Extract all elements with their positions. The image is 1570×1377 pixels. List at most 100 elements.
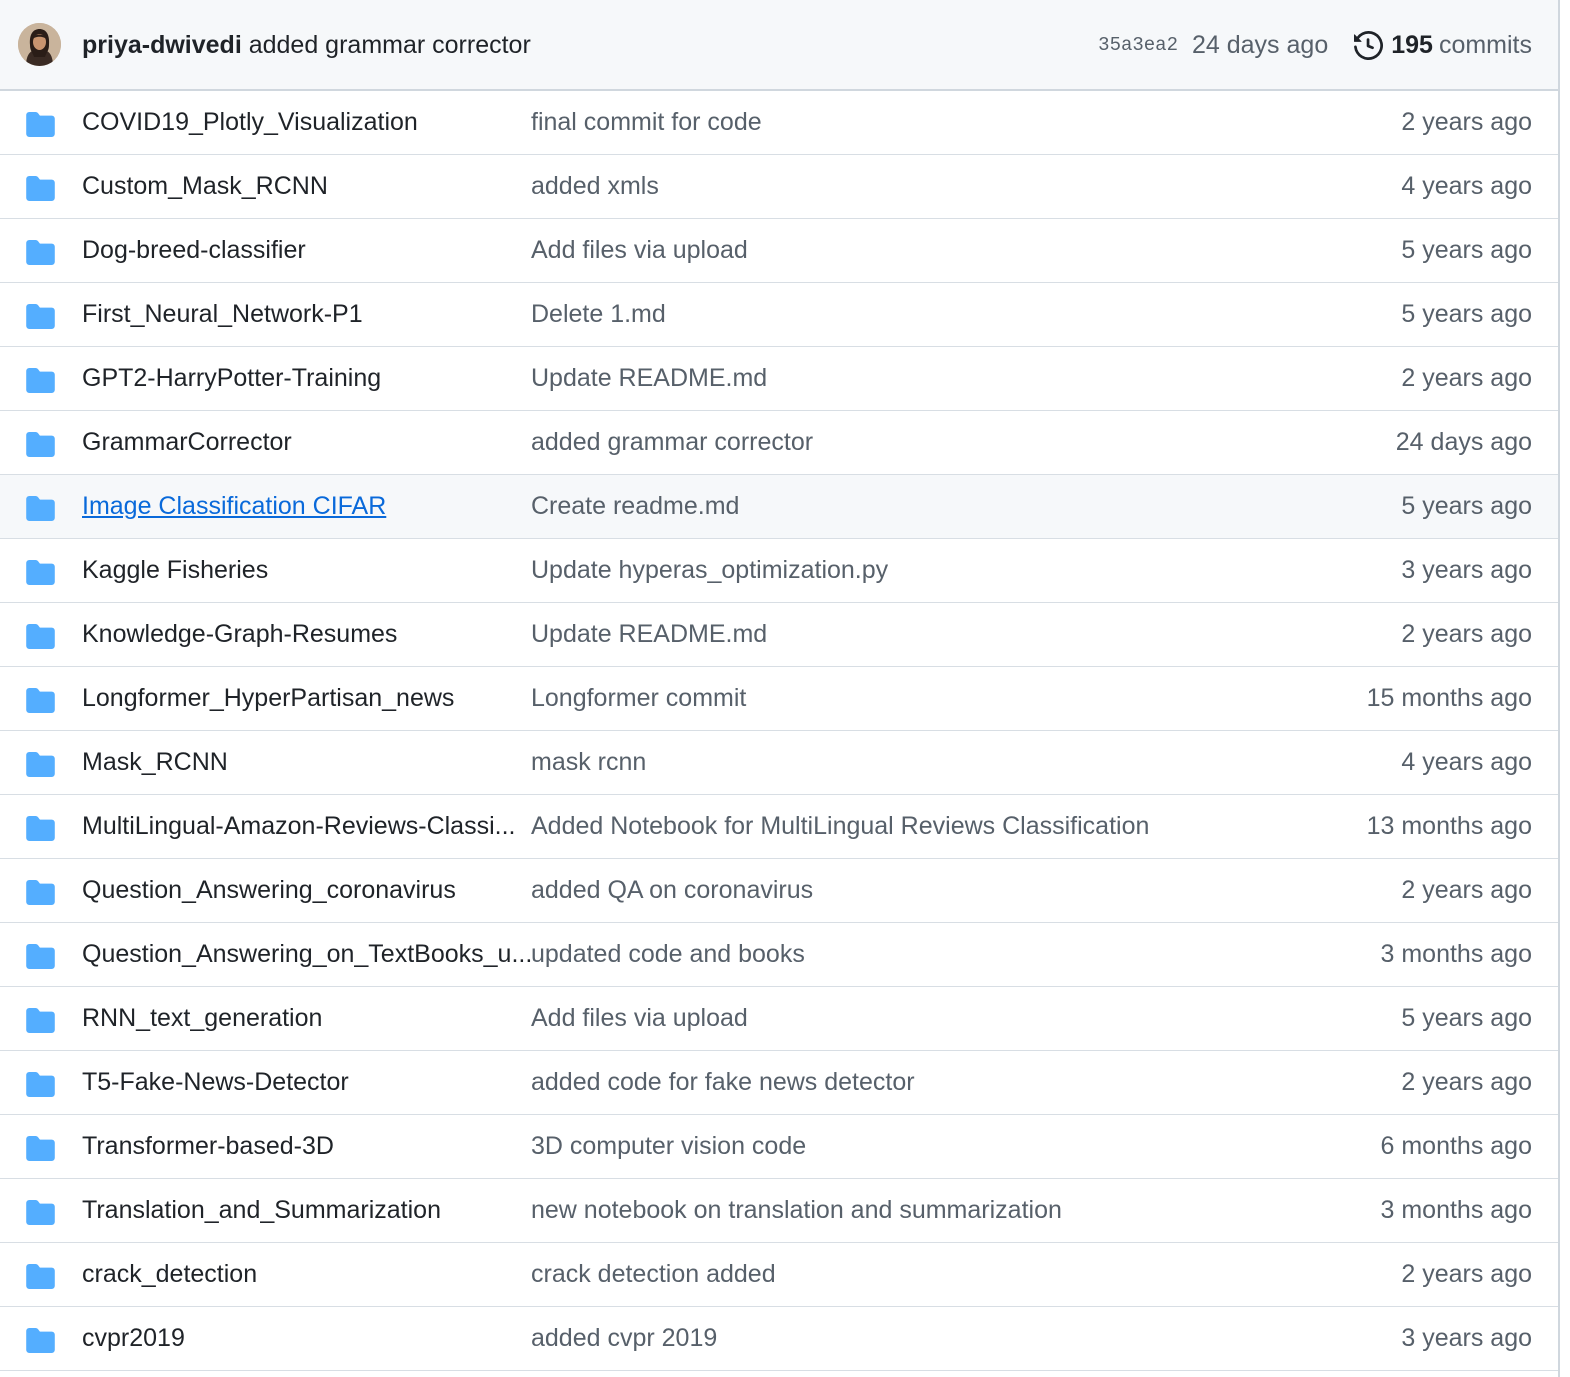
file-name-link[interactable]: Longformer_HyperPartisan_news [82,681,454,715]
file-name-link[interactable]: Image Classification CIFAR [82,489,386,523]
table-row[interactable]: Kaggle Fisheries Update hyperas_optimizat… [0,539,1558,603]
file-commit-age: 3 months ago [1380,1196,1533,1224]
file-name-link[interactable]: T5-Fake-News-Detector [82,1065,349,1099]
table-row[interactable]: Question_Answering_coronavirus added QA o… [0,859,1558,923]
commit-author-link[interactable]: priya-dwivedi [82,31,242,59]
file-name-link[interactable]: Mask_RCNN [82,745,228,779]
commit-message-link[interactable]: added grammar corrector [249,31,531,59]
table-row[interactable]: Question_Answering_on_TextBooks_u... upda… [0,923,1558,987]
file-commit-message-link[interactable]: 3D computer vision code [531,1129,806,1163]
folder-icon [26,432,55,457]
table-row[interactable]: Mask_RCNN mask rcnn 4 years ago [0,731,1558,795]
avatar[interactable] [18,23,61,66]
file-name-link[interactable]: Custom_Mask_RCNN [82,169,328,203]
file-commit-message-link[interactable]: Add files via upload [531,233,748,267]
table-row[interactable]: Knowledge-Graph-Resumes Update README.md 2… [0,603,1558,667]
file-commit-age: 2 years ago [1401,876,1532,904]
file-name-link[interactable]: crack_detection [82,1257,257,1291]
folder-icon [26,112,55,137]
file-commit-message-link[interactable]: crack detection added [531,1257,776,1291]
folder-icon [26,560,55,585]
file-commit-message-link[interactable]: added xmls [531,169,659,203]
folder-icon [26,1072,55,1097]
table-row[interactable]: Custom_Mask_RCNN added xmls 4 years ago [0,155,1558,219]
table-row[interactable]: First_Neural_Network-P1 Delete 1.md 5 year… [0,283,1558,347]
file-name-link[interactable]: MultiLingual-Amazon-Reviews-Classi... [82,809,515,843]
table-row[interactable]: Dog-breed-classifier Add files via upload… [0,219,1558,283]
file-commit-message-link[interactable]: Added Notebook for MultiLingual Reviews … [531,809,1149,843]
table-row[interactable]: Longformer_HyperPartisan_news Longformer … [0,667,1558,731]
folder-icon [26,944,55,969]
file-name-link[interactable]: Knowledge-Graph-Resumes [82,617,397,651]
file-name-link[interactable]: cvpr2019 [82,1321,185,1355]
latest-commit-message: priya-dwivedi added grammar corrector [82,28,531,62]
file-commit-age: 6 months ago [1380,1132,1533,1160]
file-commit-message-link[interactable]: Longformer commit [531,681,746,715]
file-commit-age: 4 years ago [1401,172,1532,200]
file-commit-message-link[interactable]: final commit for code [531,105,762,139]
file-name-link[interactable]: Dog-breed-classifier [82,233,306,267]
commit-count-label: commits [1438,31,1532,59]
file-name-link[interactable]: GrammarCorrector [82,425,292,459]
folder-icon [26,1328,55,1353]
file-commit-age: 5 years ago [1401,236,1532,264]
file-commit-age: 2 years ago [1401,108,1532,136]
file-name-link[interactable]: Translation_and_Summarization [82,1193,441,1227]
file-name-link[interactable]: Question_Answering_on_TextBooks_u... [82,937,532,971]
file-commit-message-link[interactable]: added cvpr 2019 [531,1321,717,1355]
file-commit-age: 2 years ago [1401,1068,1532,1096]
folder-icon [26,1200,55,1225]
table-row[interactable]: Image Classification CIFAR Create readme.… [0,475,1558,539]
file-commit-message-link[interactable]: Update hyperas_optimization.py [531,553,888,587]
file-commit-message-link[interactable]: Add files via upload [531,1001,748,1035]
table-row[interactable]: T5-Fake-News-Detector added code for fake… [0,1051,1558,1115]
file-commit-message-link[interactable]: Update README.md [531,617,767,651]
file-list: COVID19_Plotly_Visualization final commit… [0,91,1558,1371]
file-commit-message-link[interactable]: Delete 1.md [531,297,666,331]
file-commit-message-link[interactable]: Create readme.md [531,489,739,523]
file-commit-age: 2 years ago [1401,620,1532,648]
file-name-link[interactable]: RNN_text_generation [82,1001,322,1035]
table-row[interactable]: RNN_text_generation Add files via upload 5… [0,987,1558,1051]
table-row[interactable]: COVID19_Plotly_Visualization final commit… [0,91,1558,155]
folder-icon [26,368,55,393]
folder-icon [26,1264,55,1289]
table-row[interactable]: cvpr2019 added cvpr 2019 3 years ago [0,1307,1558,1371]
file-commit-age: 3 years ago [1401,1324,1532,1352]
folder-icon [26,304,55,329]
file-name-link[interactable]: GPT2-HarryPotter-Training [82,361,381,395]
latest-commit-bar: priya-dwivedi added grammar corrector 35… [0,0,1558,91]
file-commit-message-link[interactable]: mask rcnn [531,745,646,779]
file-commit-message-link[interactable]: new notebook on translation and summariz… [531,1193,1062,1227]
file-commit-age: 4 years ago [1401,748,1532,776]
file-name-link[interactable]: Kaggle Fisheries [82,553,268,587]
file-commit-age: 5 years ago [1401,492,1532,520]
folder-icon [26,1136,55,1161]
file-commit-age: 24 days ago [1395,428,1532,456]
file-commit-message-link[interactable]: Update README.md [531,361,767,395]
commit-history-link[interactable]: 195 commits [1354,28,1532,62]
history-icon [1354,30,1384,60]
file-name-link[interactable]: First_Neural_Network-P1 [82,297,363,331]
table-row[interactable]: GrammarCorrector added grammar corrector 2… [0,411,1558,475]
table-row[interactable]: GPT2-HarryPotter-Training Update README.m… [0,347,1558,411]
table-row[interactable]: Translation_and_Summarization new noteboo… [0,1179,1558,1243]
table-row[interactable]: MultiLingual-Amazon-Reviews-Classi... Add… [0,795,1558,859]
folder-icon [26,880,55,905]
file-commit-message-link[interactable]: added QA on coronavirus [531,873,813,907]
file-commit-age: 5 years ago [1401,1004,1532,1032]
folder-icon [26,1008,55,1033]
file-name-link[interactable]: Transformer-based-3D [82,1129,334,1163]
file-commit-age: 13 months ago [1366,812,1532,840]
file-name-link[interactable]: COVID19_Plotly_Visualization [82,105,418,139]
commit-sha-link[interactable]: 35a3ea2 [1098,28,1178,62]
file-name-link[interactable]: Question_Answering_coronavirus [82,873,456,907]
table-row[interactable]: Transformer-based-3D 3D computer vision c… [0,1115,1558,1179]
file-commit-message-link[interactable]: updated code and books [531,937,805,971]
file-commit-age: 3 months ago [1380,940,1533,968]
folder-icon [26,816,55,841]
file-commit-age: 3 years ago [1401,556,1532,584]
file-commit-message-link[interactable]: added grammar corrector [531,425,813,459]
table-row[interactable]: crack_detection crack detection added 2 ye… [0,1243,1558,1307]
file-commit-message-link[interactable]: added code for fake news detector [531,1065,915,1099]
